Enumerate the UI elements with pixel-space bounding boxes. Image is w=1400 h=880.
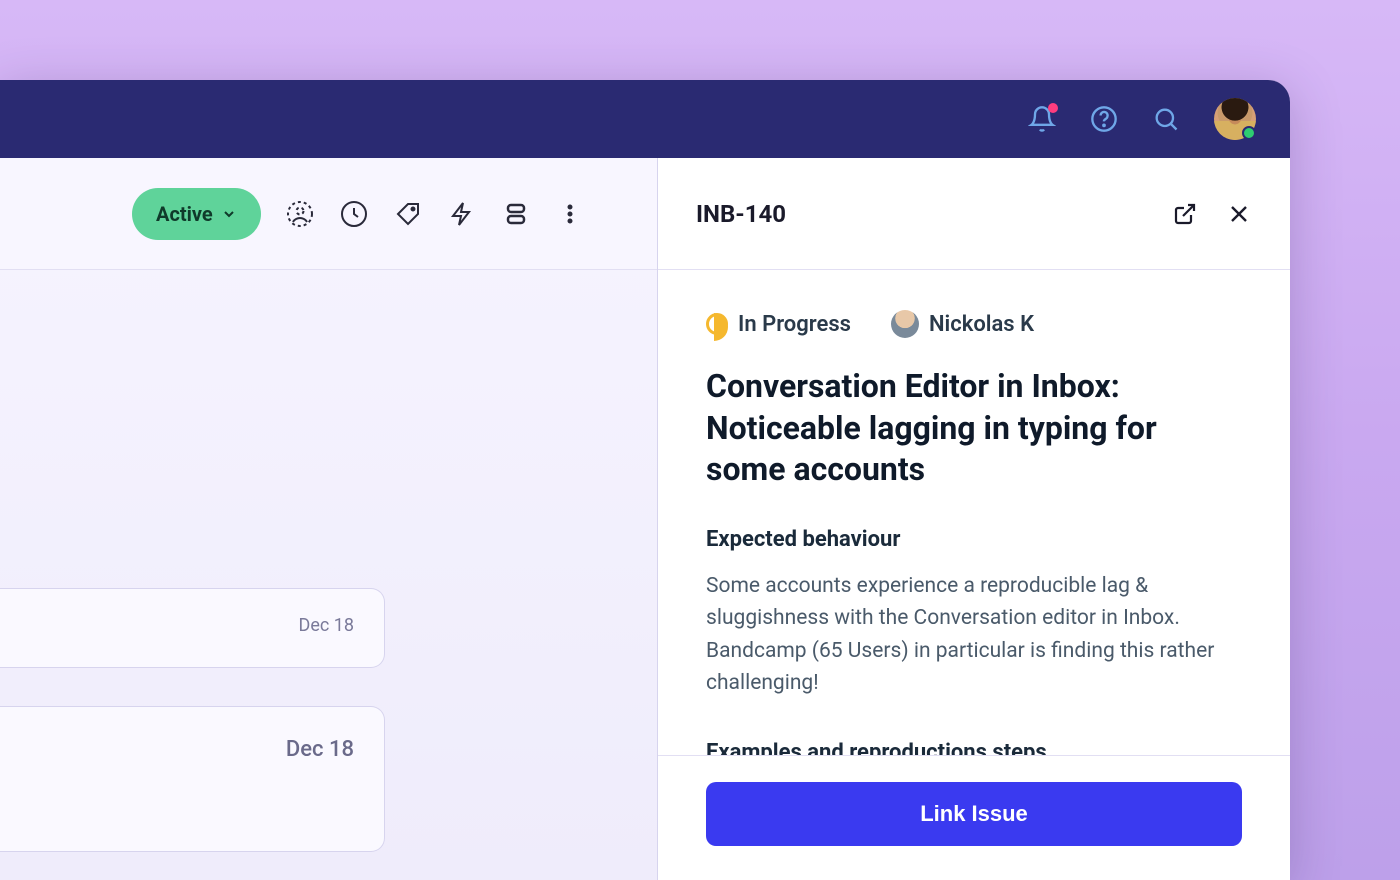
panel-header: INB-140 [658, 158, 1290, 270]
status-icon [706, 313, 728, 335]
time-filter-icon[interactable] [339, 199, 369, 229]
panel-body: In Progress Nickolas K Conversation Edit… [658, 270, 1290, 880]
assignee[interactable]: Nickolas K [891, 310, 1034, 338]
section-heading: Expected behaviour [706, 527, 1242, 552]
tag-filter-icon[interactable] [393, 199, 423, 229]
board-card[interactable]: Dec 18 [0, 588, 385, 668]
panel-header-actions [1172, 201, 1252, 227]
card-date: Dec 18 [286, 737, 354, 825]
presence-indicator [1242, 126, 1256, 140]
notifications-icon[interactable] [1028, 105, 1056, 133]
help-icon[interactable] [1090, 105, 1118, 133]
button-label: Link Issue [920, 801, 1028, 826]
status-label: In Progress [738, 312, 851, 337]
top-nav [0, 80, 1290, 158]
issue-panel: INB-140 In Progress [658, 158, 1290, 880]
assignee-name: Nickolas K [929, 312, 1034, 337]
issue-id: INB-140 [696, 200, 1172, 228]
open-external-icon[interactable] [1172, 201, 1198, 227]
board-column: Active [0, 158, 658, 880]
card-date: Dec 18 [299, 615, 354, 641]
priority-filter-icon[interactable] [447, 199, 477, 229]
panel-footer: Link Issue [658, 755, 1290, 880]
search-icon[interactable] [1152, 105, 1180, 133]
layout-icon[interactable] [501, 199, 531, 229]
close-icon[interactable] [1226, 201, 1252, 227]
assignee-avatar [891, 310, 919, 338]
chip-label: Active [156, 202, 213, 226]
status-badge[interactable]: In Progress [706, 312, 851, 337]
link-issue-button[interactable]: Link Issue [706, 782, 1242, 846]
board-card[interactable]: Dec 18 [0, 706, 385, 852]
section-heading: Examples and reproductions steps [706, 740, 1242, 755]
issue-meta: In Progress Nickolas K [706, 310, 1242, 338]
assignee-filter-icon[interactable] [285, 199, 315, 229]
panel-scroll[interactable]: In Progress Nickolas K Conversation Edit… [658, 270, 1290, 755]
issue-title: Conversation Editor in Inbox: Noticeable… [706, 366, 1242, 491]
user-avatar[interactable] [1214, 98, 1256, 140]
app-window: Active [0, 80, 1290, 880]
filter-toolbar: Active [0, 158, 657, 270]
notification-badge [1048, 103, 1058, 113]
chevron-down-icon [221, 206, 237, 222]
more-icon[interactable] [555, 199, 585, 229]
content-body: Active [0, 158, 1290, 880]
active-filter-chip[interactable]: Active [132, 188, 261, 240]
section-body: Some accounts experience a reproducible … [706, 570, 1242, 700]
